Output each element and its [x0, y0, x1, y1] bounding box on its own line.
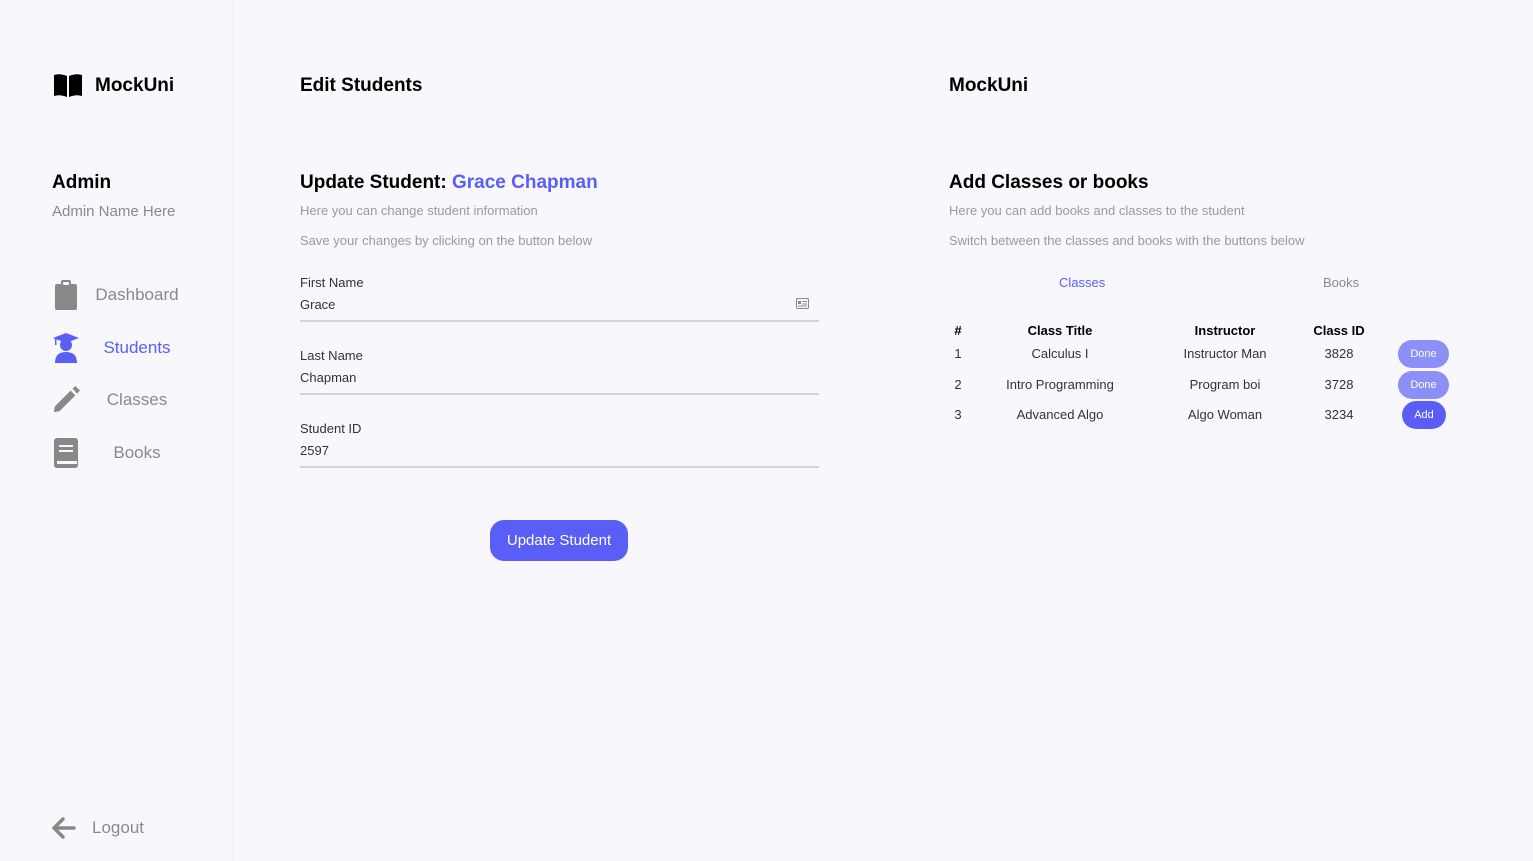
open-book-icon — [54, 74, 82, 97]
hint-text: Switch between the classes and books wit… — [949, 233, 1305, 248]
first-name-input[interactable] — [300, 296, 819, 322]
last-name-input[interactable] — [300, 369, 819, 395]
done-button[interactable]: Done — [1398, 371, 1449, 399]
sidebar-item-label: Dashboard — [95, 285, 179, 304]
sidebar-item-students[interactable]: Students — [52, 331, 171, 365]
student-id-input[interactable] — [300, 442, 819, 468]
right-brand: MockUni — [949, 75, 1029, 96]
class-id: 3728 — [1324, 377, 1354, 392]
tab-books[interactable]: Books — [1323, 275, 1359, 290]
student-id-label: Student ID — [300, 421, 362, 436]
class-title: Intro Programming — [1006, 377, 1114, 392]
last-name-label: Last Name — [300, 348, 363, 363]
arrow-left-icon — [52, 817, 76, 839]
column-header: Class ID — [1313, 323, 1365, 338]
hint-text: Save your changes by clicking on the but… — [300, 233, 592, 248]
row-number: 3 — [954, 407, 962, 422]
class-title: Advanced Algo — [1016, 407, 1104, 422]
admin-name: Admin Name Here — [52, 203, 176, 220]
sidebar-item-classes[interactable]: Classes — [52, 383, 167, 417]
page-title: Edit Students — [300, 75, 423, 96]
logout-label: Logout — [92, 818, 144, 837]
class-id: 3828 — [1324, 346, 1354, 361]
last-name-field: Last Name — [300, 348, 819, 395]
logout-button[interactable]: Logout — [52, 813, 144, 843]
class-id: 3234 — [1324, 407, 1354, 422]
instructor: Instructor Man — [1183, 346, 1267, 361]
section-title-prefix: Update Student: — [300, 172, 452, 193]
contact-card-icon — [796, 298, 809, 309]
update-student-title: Update Student: Grace Chapman — [300, 172, 598, 194]
sidebar-item-label: Students — [103, 338, 171, 357]
row-number: 1 — [954, 346, 962, 361]
instructor: Algo Woman — [1187, 407, 1263, 422]
admin-title: Admin — [52, 172, 112, 193]
done-button[interactable]: Done — [1398, 340, 1449, 368]
sidebar-item-label: Classes — [106, 390, 168, 409]
hint-text: Here you can add books and classes to th… — [949, 203, 1245, 218]
first-name-field: First Name — [300, 275, 819, 322]
add-button[interactable]: Add — [1402, 401, 1446, 429]
add-classes-title: Add Classes or books — [949, 172, 1149, 193]
sidebar: MockUni Admin Admin Name Here Dashboard … — [0, 0, 234, 861]
row-number: 2 — [954, 377, 962, 392]
column-header: Class Title — [1027, 323, 1093, 338]
update-student-button[interactable]: Update Student — [490, 520, 628, 561]
column-header: # — [954, 323, 962, 338]
instructor: Program boi — [1189, 377, 1261, 392]
student-name: Grace Chapman — [452, 172, 598, 193]
brand: MockUni — [53, 73, 174, 98]
sidebar-item-dashboard[interactable]: Dashboard — [52, 278, 179, 312]
sidebar-item-books[interactable]: Books — [52, 436, 161, 470]
tab-classes[interactable]: Classes — [1059, 275, 1105, 290]
hint-text: Here you can change student information — [300, 203, 538, 218]
brand-name: MockUni — [95, 74, 175, 96]
sidebar-item-label: Books — [113, 443, 161, 462]
class-title: Calculus I — [1031, 346, 1089, 361]
student-id-field: Student ID — [300, 421, 819, 468]
first-name-label: First Name — [300, 275, 364, 290]
column-header: Instructor — [1194, 323, 1256, 338]
